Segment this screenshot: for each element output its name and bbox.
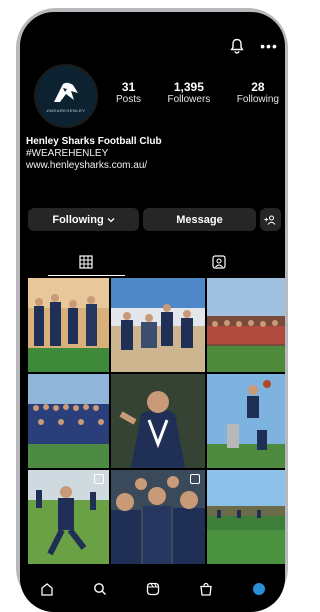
search-icon[interactable]: [92, 581, 108, 597]
stat-label: Followers: [167, 94, 211, 105]
post-image: [111, 374, 205, 468]
tab-tagged[interactable]: [153, 248, 286, 276]
post-thumbnail[interactable]: [28, 374, 109, 468]
post-image: [28, 470, 109, 564]
post-image: [28, 374, 109, 468]
post-thumbnail[interactable]: [207, 470, 285, 564]
post-thumbnail[interactable]: [111, 470, 205, 564]
grid-icon: [79, 255, 93, 269]
multiple-photos-icon: [190, 474, 200, 484]
post-image: [111, 470, 205, 564]
shop-icon[interactable]: [198, 581, 214, 597]
avatar-caption: #WEAREHENLEY: [46, 107, 86, 113]
stat-followers[interactable]: 1,395 Followers: [167, 80, 210, 106]
more-options-icon[interactable]: •••: [259, 36, 279, 56]
stat-value: 28: [251, 80, 265, 94]
profile-tabs: [20, 248, 285, 276]
profile-avatar[interactable]: #WEAREHENLEY: [34, 64, 98, 128]
stat-label: Following: [236, 94, 279, 105]
post-image: [207, 470, 285, 564]
instagram-profile-screen: ••• #WEAREHENLEY 31 Posts 1,395 Follower…: [20, 12, 285, 612]
post-thumbnail[interactable]: [207, 374, 285, 468]
profile-stats: 31 Posts 1,395 Followers 28 Following: [116, 80, 279, 106]
stat-value: 31: [121, 80, 136, 94]
home-icon[interactable]: [39, 581, 55, 597]
reels-icon[interactable]: [145, 581, 161, 597]
bell-icon[interactable]: [227, 36, 247, 56]
profile-actions: Following Message: [28, 208, 281, 232]
profile-avatar-tab-icon[interactable]: [251, 581, 267, 597]
post-thumbnail[interactable]: [28, 470, 109, 564]
stat-posts[interactable]: 31 Posts: [116, 80, 141, 106]
post-image: [28, 278, 109, 372]
message-button[interactable]: Message: [143, 208, 256, 231]
profile-bio: Henley Sharks Football Club #WEAREHENLEY…: [26, 136, 281, 172]
profile-hashtag[interactable]: #WEAREHENLEY: [26, 148, 281, 160]
stat-value: 1,395: [173, 80, 204, 94]
add-person-button[interactable]: [259, 208, 281, 231]
following-label: Following: [52, 213, 104, 226]
bottom-navigation: [20, 574, 285, 604]
post-image: [207, 374, 285, 468]
shark-logo-icon: [54, 82, 78, 102]
post-image: [111, 278, 205, 372]
chevron-down-icon: [107, 217, 115, 222]
following-button[interactable]: Following: [28, 208, 140, 231]
posts-grid: [28, 278, 285, 564]
tab-posts-grid[interactable]: [20, 248, 153, 276]
message-label: Message: [176, 213, 223, 226]
profile-website-link[interactable]: www.henleysharks.com.au/: [26, 160, 281, 172]
multiple-photos-icon: [94, 474, 104, 484]
add-person-icon: [264, 215, 276, 225]
tagged-person-icon: [212, 255, 226, 269]
post-thumbnail[interactable]: [111, 374, 205, 468]
profile-name: Henley Sharks Football Club: [26, 136, 162, 147]
top-bar: •••: [205, 36, 285, 56]
post-thumbnail[interactable]: [28, 278, 109, 372]
post-thumbnail[interactable]: [207, 278, 285, 372]
stat-label: Posts: [116, 94, 142, 105]
stat-following[interactable]: 28 Following: [237, 80, 279, 106]
post-thumbnail[interactable]: [111, 278, 205, 372]
post-image: [207, 278, 285, 372]
